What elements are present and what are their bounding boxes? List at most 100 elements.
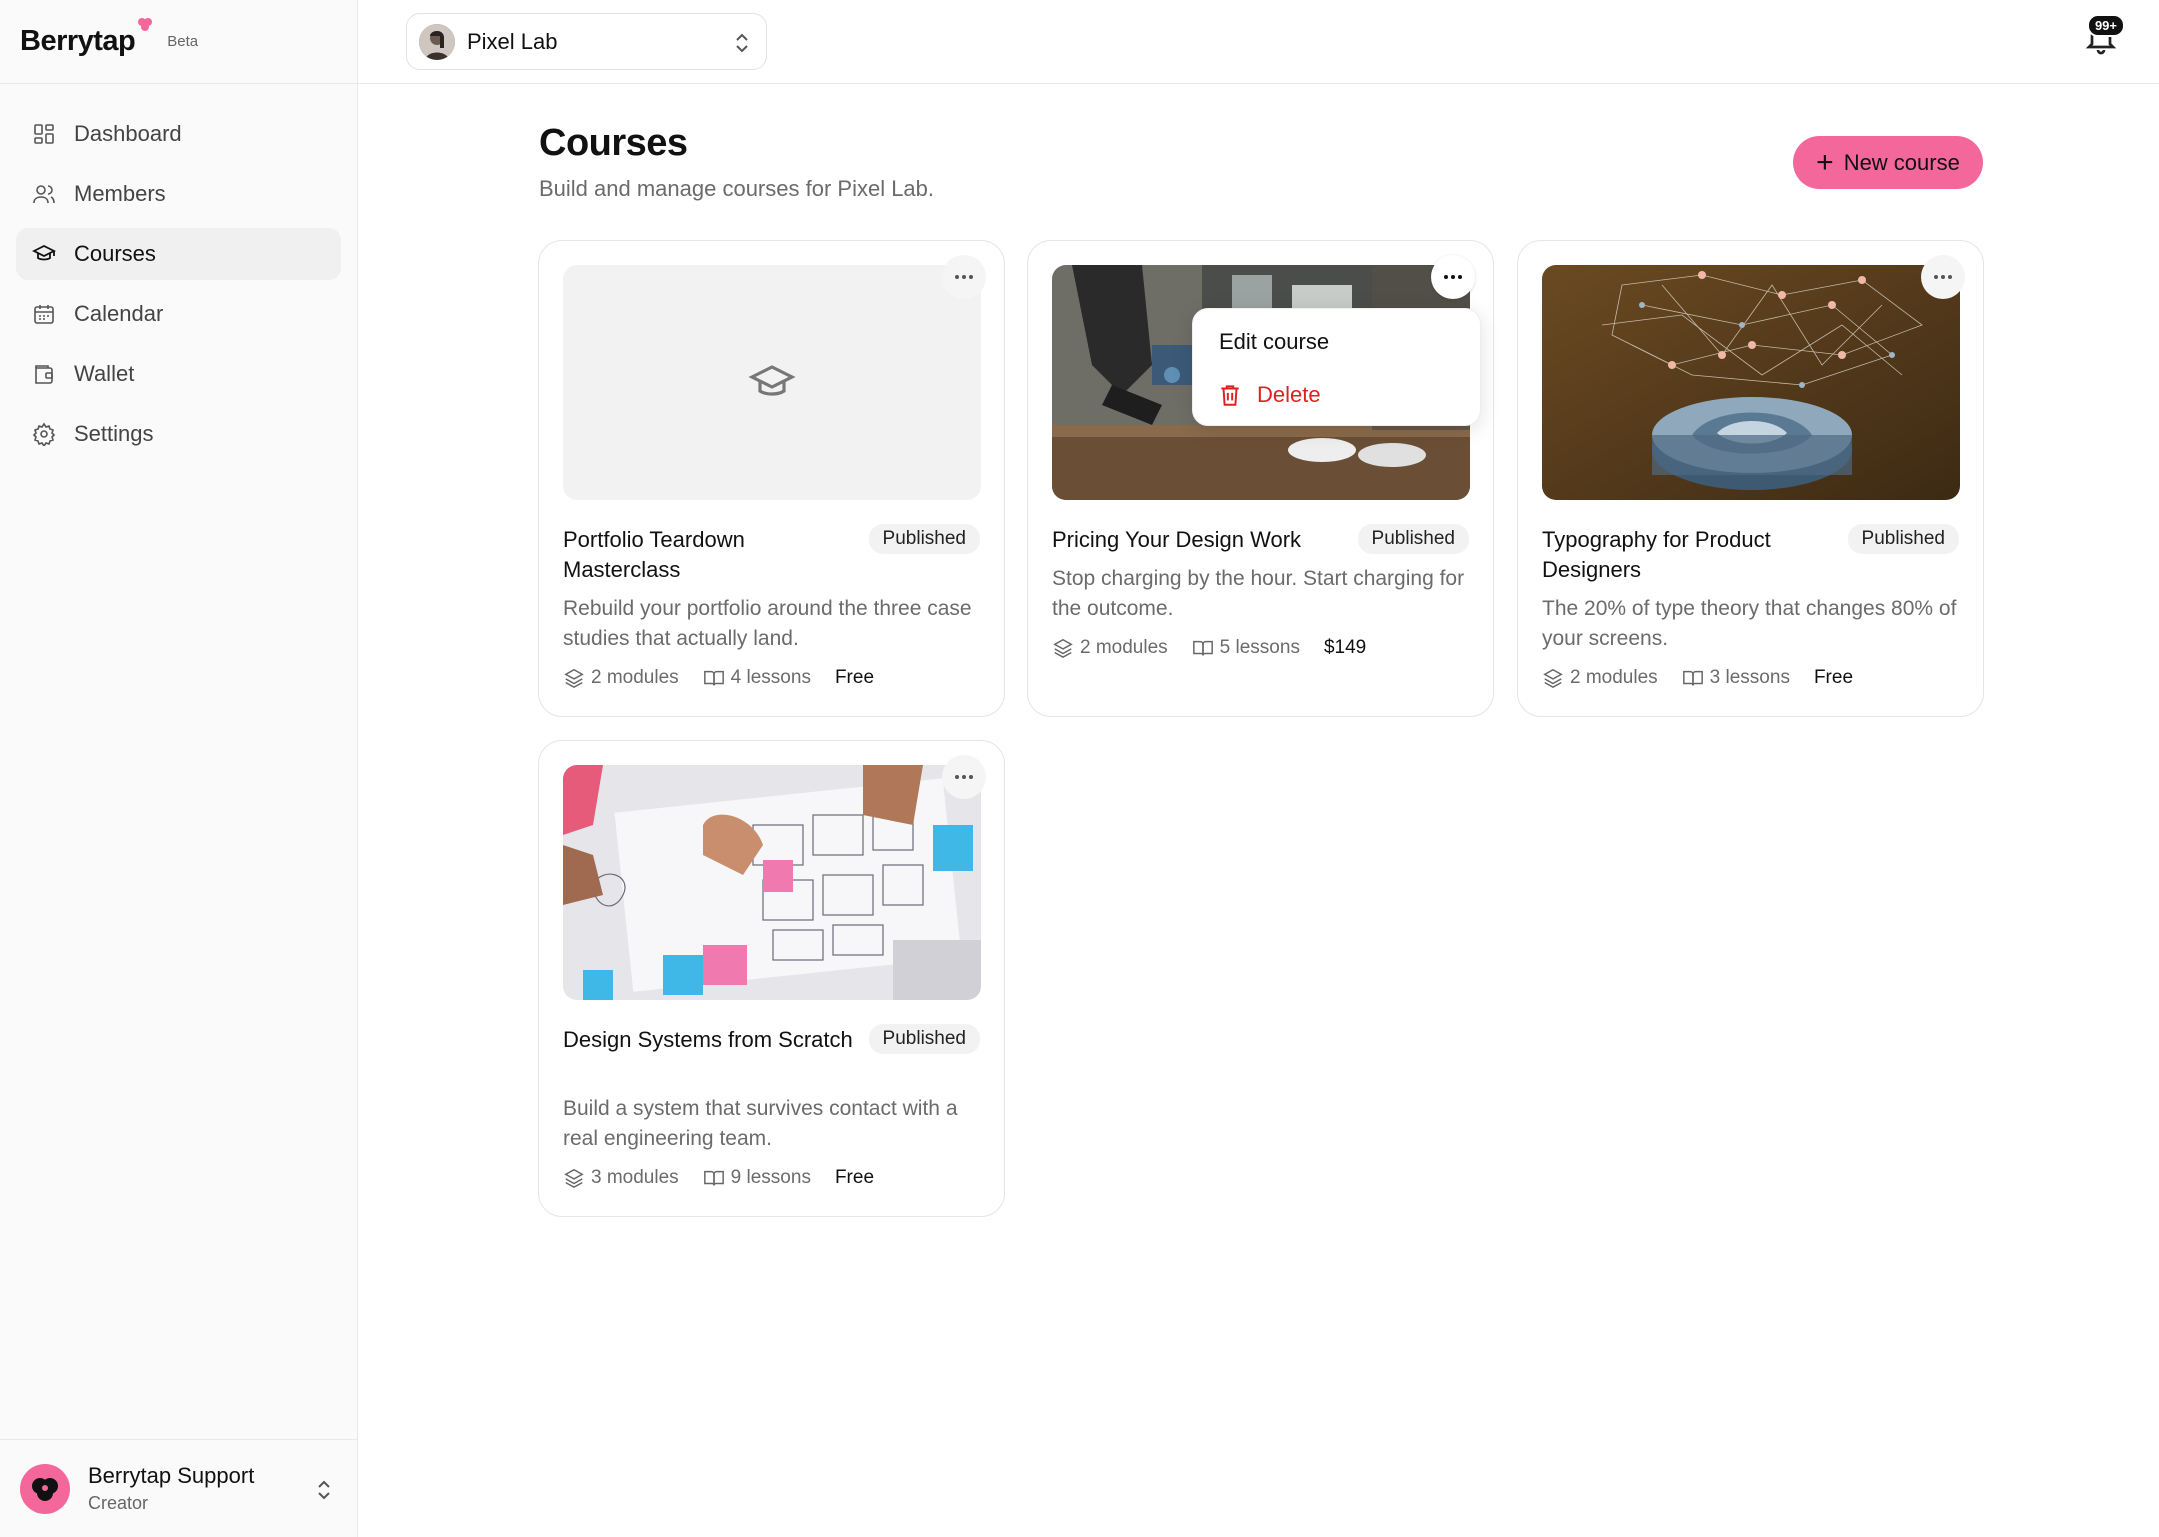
lessons-count: 4 lessons: [703, 667, 811, 689]
edit-course-label: Edit course: [1219, 329, 1330, 354]
layers-icon: [564, 668, 584, 689]
sidebar-item-courses[interactable]: Courses: [16, 228, 341, 280]
layers-icon: [1053, 638, 1073, 659]
lessons-label: 9 lessons: [730, 1167, 811, 1188]
abstract-3d-photo: [1542, 265, 1960, 500]
sidebar-item-label: Courses: [74, 241, 156, 266]
trash-icon: [1221, 385, 1239, 406]
berry-logo-icon: [138, 18, 153, 31]
lessons-label: 3 lessons: [1709, 667, 1790, 688]
course-title[interactable]: Portfolio Teardown Masterclass: [563, 525, 863, 585]
book-open-icon: [1682, 670, 1703, 686]
chevron-up-down-icon: [318, 1480, 330, 1500]
avatar: [20, 1463, 70, 1514]
modules-count: 2 modules: [563, 667, 679, 689]
course-title[interactable]: Pricing Your Design Work: [1052, 525, 1352, 555]
status-badge: Published: [1357, 524, 1469, 554]
members-icon: [33, 185, 55, 204]
sidebar-item-label: Dashboard: [74, 121, 182, 146]
course-meta: 2 modules 3 lessons Free: [1542, 667, 1853, 689]
beta-tag: Beta: [167, 33, 199, 50]
modules-label: 2 modules: [1080, 637, 1168, 658]
course-description: Build a system that survives contact wit…: [563, 1097, 958, 1150]
course-more-button[interactable]: [1921, 255, 1965, 299]
page-subtitle: Build and manage courses for Pixel Lab.: [539, 176, 935, 201]
status-badge: Published: [868, 1024, 980, 1054]
sidebar-item-label: Wallet: [74, 361, 135, 386]
lessons-label: 5 lessons: [1219, 637, 1300, 658]
course-description: The 20% of type theory that changes 80% …: [1542, 597, 1957, 650]
modules-label: 2 modules: [1570, 667, 1658, 688]
sidebar-item-wallet[interactable]: Wallet: [16, 348, 341, 400]
notification-count-badge: 99+: [2086, 14, 2125, 37]
lessons-label: 4 lessons: [730, 667, 811, 688]
sidebar-item-label: Members: [74, 181, 166, 206]
edit-course-menu-item[interactable]: Edit course: [1219, 329, 1329, 355]
user-name: Berrytap Support: [88, 1463, 255, 1488]
chevron-up-down-icon: [736, 33, 748, 53]
course-cover-image: [1542, 265, 1960, 500]
course-more-button[interactable]: [942, 255, 986, 299]
course-title[interactable]: Design Systems from Scratch: [563, 1025, 863, 1055]
book-open-icon: [703, 1170, 724, 1186]
berry-avatar-icon: [32, 1477, 58, 1501]
wallet-icon: [35, 365, 53, 384]
gear-icon: [32, 422, 56, 446]
wireframe-sketch-photo: [563, 765, 981, 1000]
course-cover-image: [563, 765, 981, 1000]
more-horizontal-icon: [1444, 275, 1462, 279]
user-switcher[interactable]: Berrytap Support Creator: [0, 1439, 358, 1537]
more-horizontal-icon: [955, 775, 973, 779]
user-info: Berrytap Support Creator: [88, 1463, 254, 1514]
course-price: Free: [834, 667, 875, 688]
book-open-icon: [703, 670, 724, 686]
sidebar-item-label: Calendar: [74, 301, 164, 326]
status-badge: Published: [1847, 524, 1959, 554]
course-actions-menu: Edit course Delete: [1192, 308, 1481, 426]
workspace-avatar: [419, 23, 455, 60]
top-bar: Pixel Lab 99+: [358, 0, 2159, 84]
sidebar-item-members[interactable]: Members: [16, 168, 341, 220]
course-meta: 2 modules 4 lessons Free: [563, 667, 874, 689]
course-more-button[interactable]: [1431, 255, 1475, 299]
modules-label: 3 modules: [591, 1167, 679, 1188]
sidebar-item-dashboard[interactable]: Dashboard: [16, 108, 341, 160]
user-role: Creator: [88, 1493, 149, 1513]
plus-icon: +: [1816, 145, 1834, 179]
brand-logo[interactable]: Berrytap: [20, 18, 153, 58]
sidebar-item-label: Settings: [74, 421, 154, 446]
course-meta: 3 modules 9 lessons Free: [563, 1167, 874, 1189]
course-price: $149: [1323, 637, 1367, 658]
modules-count: 2 modules: [1052, 637, 1168, 659]
course-card[interactable]: Typography for Product Designers Publish…: [1517, 240, 1984, 717]
new-course-button[interactable]: + New course: [1793, 136, 1983, 189]
course-card[interactable]: Portfolio Teardown Masterclass Published…: [538, 240, 1005, 717]
course-price: Free: [1813, 667, 1854, 688]
modules-count: 3 modules: [563, 1167, 679, 1189]
course-card[interactable]: Design Systems from Scratch Published Bu…: [538, 740, 1005, 1217]
course-more-button[interactable]: [942, 755, 986, 799]
more-horizontal-icon: [955, 275, 973, 279]
graduation-cap-icon: [32, 244, 56, 261]
graduation-cap-icon: [748, 364, 796, 396]
status-badge: Published: [868, 524, 980, 554]
delete-course-menu-item[interactable]: Delete: [1217, 382, 1321, 408]
course-meta: 2 modules 5 lessons $149: [1052, 637, 1366, 659]
workspace-switcher[interactable]: Pixel Lab: [406, 13, 767, 70]
sidebar-item-calendar[interactable]: Calendar: [16, 288, 341, 340]
sidebar-item-settings[interactable]: Settings: [16, 408, 341, 460]
lessons-count: 9 lessons: [703, 1167, 811, 1189]
book-open-icon: [1192, 640, 1213, 656]
more-horizontal-icon: [1934, 275, 1952, 279]
lessons-count: 3 lessons: [1682, 667, 1790, 689]
course-price: Free: [834, 1167, 875, 1188]
modules-label: 2 modules: [591, 667, 679, 688]
course-title[interactable]: Typography for Product Designers: [1542, 525, 1842, 585]
layers-icon: [564, 1168, 584, 1189]
calendar-icon: [34, 305, 54, 324]
brand: Berrytap Beta: [0, 0, 357, 84]
delete-label: Delete: [1257, 382, 1321, 407]
page-title: Courses: [539, 122, 688, 164]
dashboard-icon: [34, 124, 54, 144]
lessons-count: 5 lessons: [1192, 637, 1300, 659]
